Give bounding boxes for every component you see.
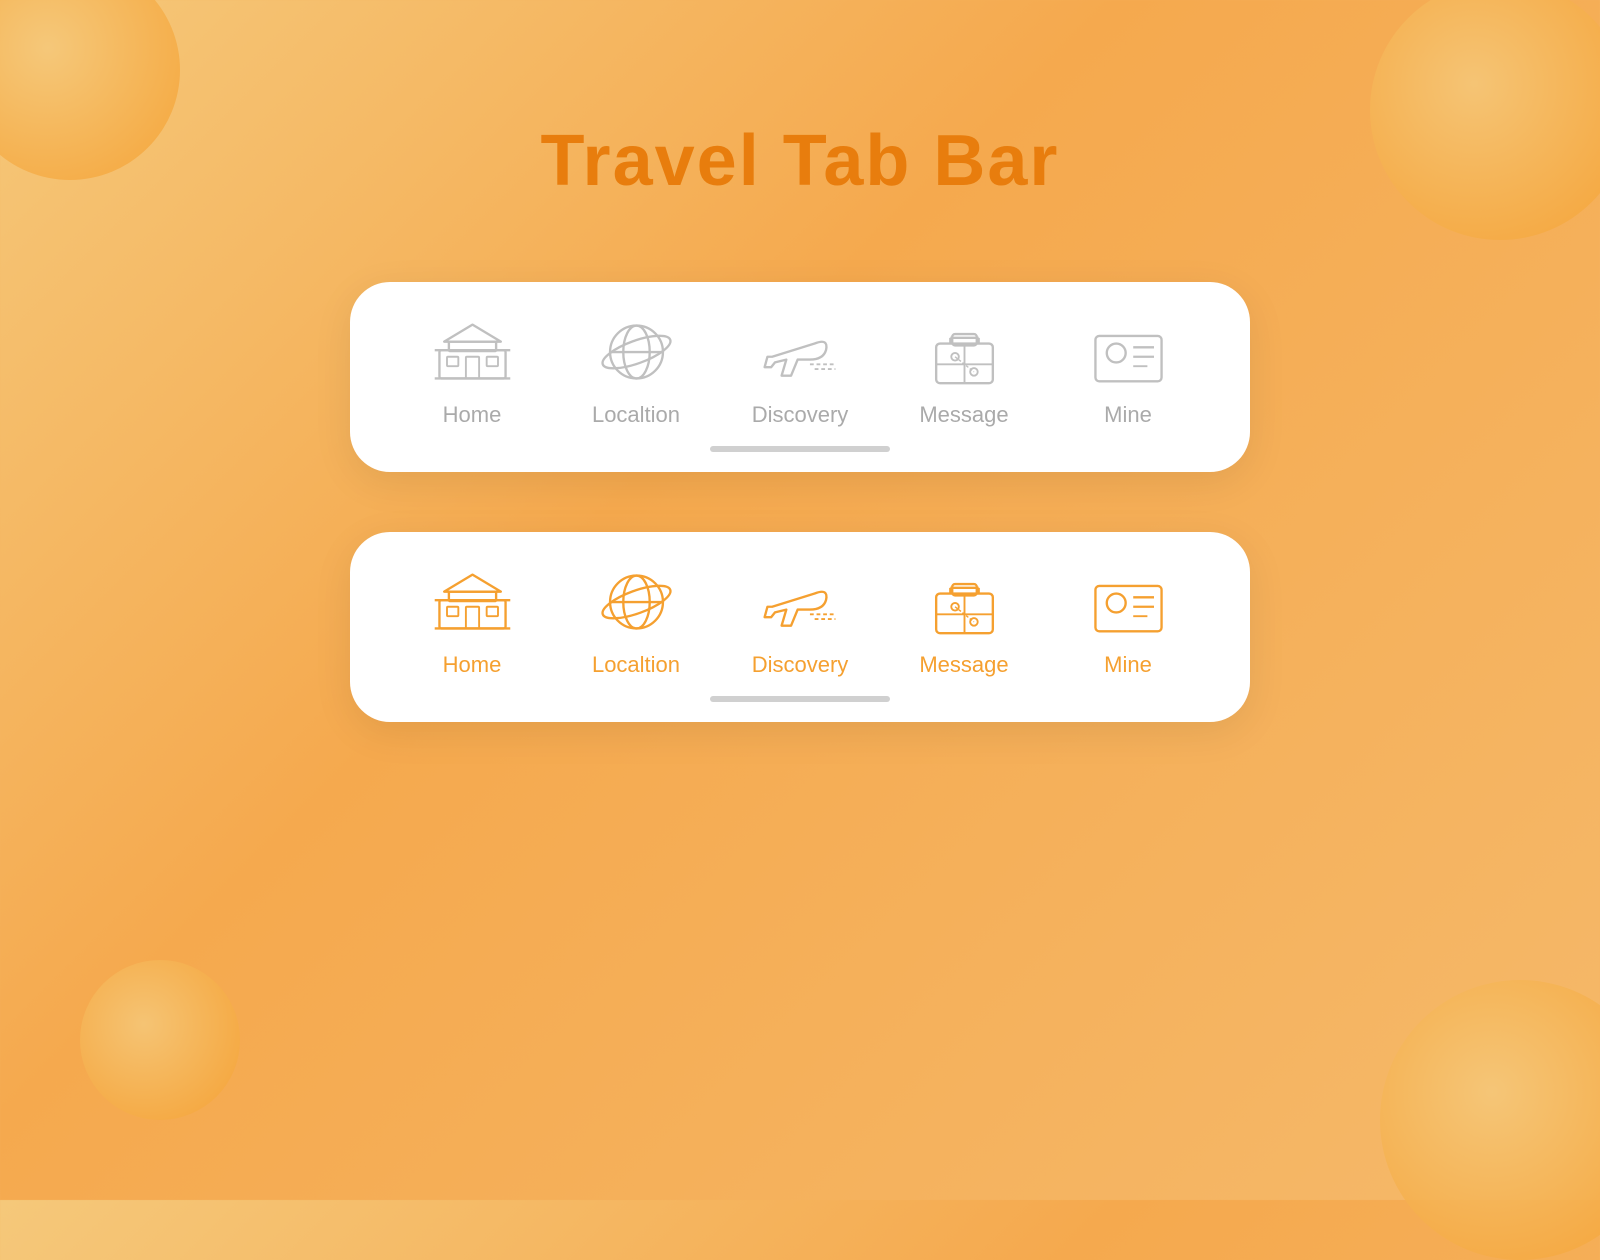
discovery-label-active: Discovery [752,652,849,678]
tab-bars-wrapper: Home Localtion [0,282,1600,722]
page-title: Travel Tab Bar [0,0,1600,202]
tab-item-home-active[interactable]: Home [407,562,537,678]
mine-label-inactive: Mine [1104,402,1152,428]
tab-item-mine-active[interactable]: Mine [1063,562,1193,678]
tab-item-location-inactive[interactable]: Localtion [571,312,701,428]
active-tab-bar: Home Localtion [350,532,1250,722]
message-icon [919,312,1009,392]
decorative-circle-top-right [1370,0,1600,240]
discovery-label-inactive: Discovery [752,402,849,428]
home-label-inactive: Home [443,402,502,428]
home-label-active: Home [443,652,502,678]
inactive-tab-bar: Home Localtion [350,282,1250,472]
location-label-inactive: Localtion [592,402,680,428]
tab-item-home-inactive[interactable]: Home [407,312,537,428]
tab-item-message-inactive[interactable]: Message [899,312,1029,428]
location-icon-active [591,562,681,642]
discovery-icon [755,312,845,392]
home-indicator-inactive [710,446,890,452]
tab-item-message-active[interactable]: Message [899,562,1029,678]
message-icon-active [919,562,1009,642]
decorative-circle-bottom-right [1380,980,1600,1260]
tab-item-mine-inactive[interactable]: Mine [1063,312,1193,428]
message-label-active: Message [919,652,1008,678]
active-tab-items: Home Localtion [390,562,1210,678]
inactive-tab-items: Home Localtion [390,312,1210,428]
home-icon-active [427,562,517,642]
message-label-inactive: Message [919,402,1008,428]
discovery-icon-active [755,562,845,642]
mine-icon [1083,312,1173,392]
mine-icon-active [1083,562,1173,642]
tab-item-location-active[interactable]: Localtion [571,562,701,678]
home-icon [427,312,517,392]
location-icon [591,312,681,392]
location-label-active: Localtion [592,652,680,678]
mine-label-active: Mine [1104,652,1152,678]
home-indicator-active [710,696,890,702]
tab-item-discovery-inactive[interactable]: Discovery [735,312,865,428]
decorative-circle-bottom-left [80,960,240,1120]
tab-item-discovery-active[interactable]: Discovery [735,562,865,678]
